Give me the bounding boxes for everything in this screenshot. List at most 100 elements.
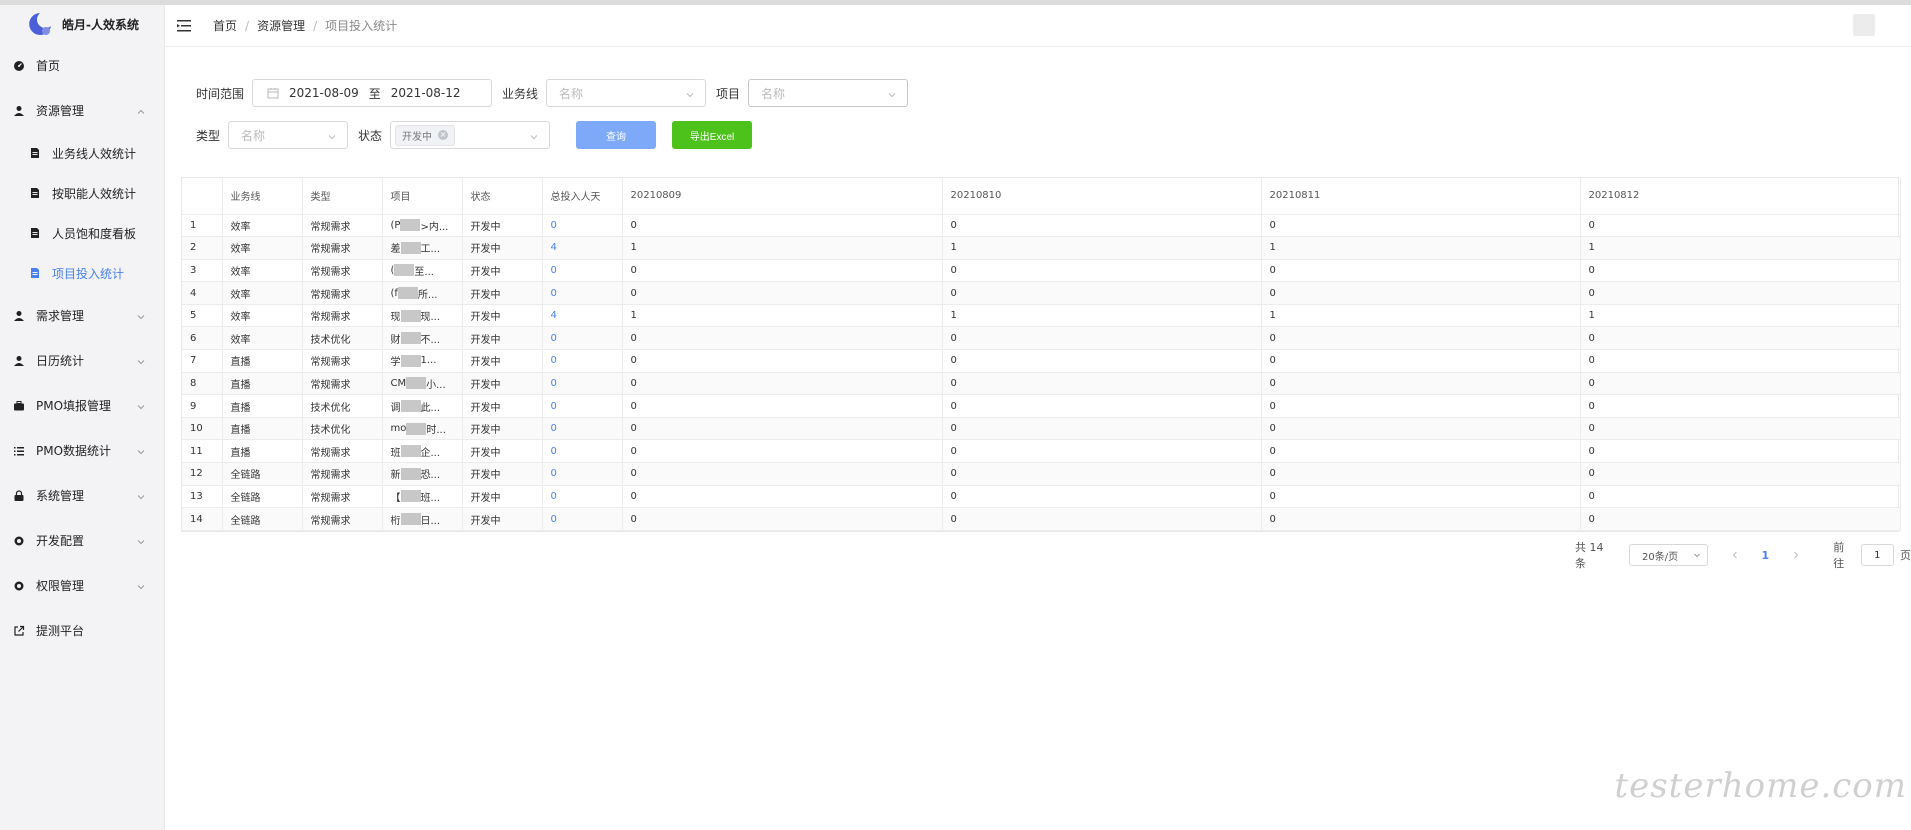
logo-row[interactable]: 皓月-人效系统: [0, 5, 164, 43]
sidebar-item-5[interactable]: PMO数据统计: [0, 428, 164, 473]
sidebar-item-0[interactable]: 首页: [0, 43, 164, 88]
tag-close-icon[interactable]: ×: [438, 130, 449, 140]
day-cell: 0: [1580, 417, 1901, 441]
table-row[interactable]: 13 全链路 常规需求【班... 开发中 0 0 0 0 0: [182, 485, 1901, 509]
day-cell: 0: [942, 349, 1262, 373]
total-days-link[interactable]: 0: [542, 485, 623, 509]
sidebar-item-7[interactable]: 开发配置: [0, 518, 164, 563]
business-line-cell: 效率: [222, 281, 303, 305]
sidebar-item-9[interactable]: 提测平台: [0, 608, 164, 653]
next-page-icon[interactable]: [1791, 550, 1801, 560]
total-days-link[interactable]: 0: [542, 417, 623, 441]
table-row[interactable]: 3 效率 常规需求(至... 开发中 0 0 0 0 0: [182, 259, 1901, 283]
date-start[interactable]: 2021-08-09: [289, 86, 359, 100]
sidebar-item-2[interactable]: 需求管理: [0, 293, 164, 338]
chevron-up-icon: [136, 106, 146, 116]
chevron-down-icon: [136, 536, 146, 546]
total-days-link[interactable]: 0: [542, 462, 623, 486]
goto-page-input[interactable]: 1: [1860, 544, 1894, 566]
total-days-link[interactable]: 0: [542, 439, 623, 464]
total-days-link[interactable]: 0: [542, 372, 623, 396]
table-row[interactable]: 14 全链路 常规需求桁日... 开发中 0 0 0 0 0: [182, 507, 1901, 531]
project-suffix: 此...: [420, 402, 441, 414]
total-days-link[interactable]: 0: [542, 281, 623, 305]
breadcrumb-home[interactable]: 首页: [213, 17, 237, 34]
breadcrumb-resource[interactable]: 资源管理: [257, 17, 305, 34]
day-cell: 0: [1261, 372, 1581, 396]
sidebar-subitem-1-3[interactable]: 项目投入统计: [0, 253, 164, 293]
table-row[interactable]: 2 效率 常规需求差工... 开发中 4 1 1 1 1: [182, 236, 1901, 260]
total-days-link[interactable]: 0: [542, 259, 623, 283]
table-row[interactable]: 5 效率 常规需求现现... 开发中 4 1 1 1 1: [182, 304, 1901, 328]
sidebar-subitem-1-2[interactable]: 人员饱和度看板: [0, 213, 164, 253]
prev-page-icon[interactable]: [1730, 550, 1740, 560]
sidebar-item-label: 系统管理: [36, 489, 85, 503]
sidebar-item-3[interactable]: 日历统计: [0, 338, 164, 383]
date-range-picker[interactable]: 2021-08-09 至 2021-08-12: [252, 79, 493, 107]
sidebar-item-6[interactable]: 系统管理: [0, 473, 164, 518]
status-cell: 开发中: [462, 485, 543, 509]
type-cell: 常规需求: [302, 439, 383, 464]
type-cell: 常规需求: [302, 462, 383, 486]
business-line-select[interactable]: 名称: [546, 79, 707, 107]
project-suffix: 不...: [420, 334, 441, 346]
project-prefix: 财: [390, 334, 401, 346]
status-select[interactable]: 开发中 ×: [390, 121, 551, 149]
type-select[interactable]: 名称: [228, 121, 349, 149]
table-header-row: 业务线 类型 项目 状态 总投入人天 20210809 20210810 20210811 20…: [182, 178, 1901, 215]
date-end[interactable]: 2021-08-12: [391, 86, 461, 100]
row-index: 12: [182, 462, 223, 486]
chevron-down-icon: [685, 89, 695, 99]
total-days-link[interactable]: 0: [542, 394, 623, 418]
project-prefix: CM: [390, 377, 407, 389]
redacted-block: [400, 309, 421, 322]
table-row[interactable]: 8 直播 常规需求 CM 小... 开发中 0 0 0 0 0: [182, 372, 1901, 396]
table-row[interactable]: 9 直播 技术优化调此... 开发中 0 0 0 0 0: [182, 394, 1901, 418]
project-cell: 调 此...: [382, 394, 463, 418]
business-line-label: 业务线: [502, 86, 539, 101]
sidebar-item-1[interactable]: 资源管理: [0, 88, 164, 133]
status-cell: 开发中: [462, 214, 543, 238]
briefcase-icon: [12, 399, 26, 413]
filter-row-2: 类型 名称 状态 开发中 × 查询 导出Excel: [196, 120, 918, 150]
user-icon: [12, 104, 26, 118]
row-index: 4: [182, 281, 223, 305]
export-excel-button[interactable]: 导出Excel: [672, 121, 753, 149]
query-button[interactable]: 查询: [576, 121, 657, 149]
row-index: 3: [182, 259, 223, 283]
project-select[interactable]: 名称: [748, 79, 909, 107]
total-days-link[interactable]: 0: [542, 326, 623, 351]
page-size-select[interactable]: 20条/页: [1629, 544, 1708, 566]
day-cell: 0: [622, 417, 943, 441]
sidebar-subitem-1-0[interactable]: 业务线人效统计: [0, 133, 164, 173]
business-line-cell: 直播: [222, 417, 303, 441]
day-cell: 1: [942, 236, 1262, 260]
table-body: 1 效率 常规需求 (P >内... 开发中 0 0 0 0 0 2 效率 常规需求差工... 开发中 4 1 1…: [182, 214, 1901, 531]
type-cell: 技术优化: [302, 326, 383, 351]
sidebar-subitem-1-1[interactable]: 按职能人效统计: [0, 173, 164, 213]
table-row[interactable]: 7 直播 常规需求学 1... 开发中 0 0 0 0 0: [182, 349, 1901, 373]
column-header: 状态: [462, 178, 543, 215]
total-days-link[interactable]: 0: [542, 507, 623, 531]
sidebar-item-label: PMO填报管理: [36, 399, 112, 413]
table-row[interactable]: 6 效率 技术优化财不... 开发中 0 0 0 0 0: [182, 326, 1901, 351]
total-days-link[interactable]: 0: [542, 349, 623, 373]
menu-toggle-icon[interactable]: [177, 19, 193, 33]
project-cell: 桁 日...: [382, 507, 463, 531]
sidebar-item-8[interactable]: 权限管理: [0, 563, 164, 608]
project-suffix: 1...: [420, 355, 437, 367]
table-row[interactable]: 1 效率 常规需求 (P >内... 开发中 0 0 0 0 0: [182, 214, 1901, 238]
redacted-block: [406, 422, 427, 435]
table-row[interactable]: 4 效率 常规需求 (f 所... 开发中 0 0 0 0 0: [182, 281, 1901, 305]
total-days-link[interactable]: 0: [542, 214, 623, 238]
table-row[interactable]: 10 直播 技术优化 mo 时... 开发中 0 0 0 0 0: [182, 417, 1901, 441]
total-days-link[interactable]: 4: [542, 236, 623, 260]
table-row[interactable]: 12 全链路 常规需求新恐... 开发中 0 0 0 0 0: [182, 462, 1901, 486]
day-cell: 0: [1580, 281, 1901, 305]
sidebar-item-4[interactable]: PMO填报管理: [0, 383, 164, 428]
user-avatar[interactable]: [1853, 14, 1875, 36]
page-number-current[interactable]: 1: [1762, 549, 1770, 562]
user-icon: [12, 354, 26, 368]
total-days-link[interactable]: 4: [542, 304, 623, 328]
table-row[interactable]: 11 直播 常规需求班企... 开发中 0 0 0 0 0: [182, 439, 1901, 464]
